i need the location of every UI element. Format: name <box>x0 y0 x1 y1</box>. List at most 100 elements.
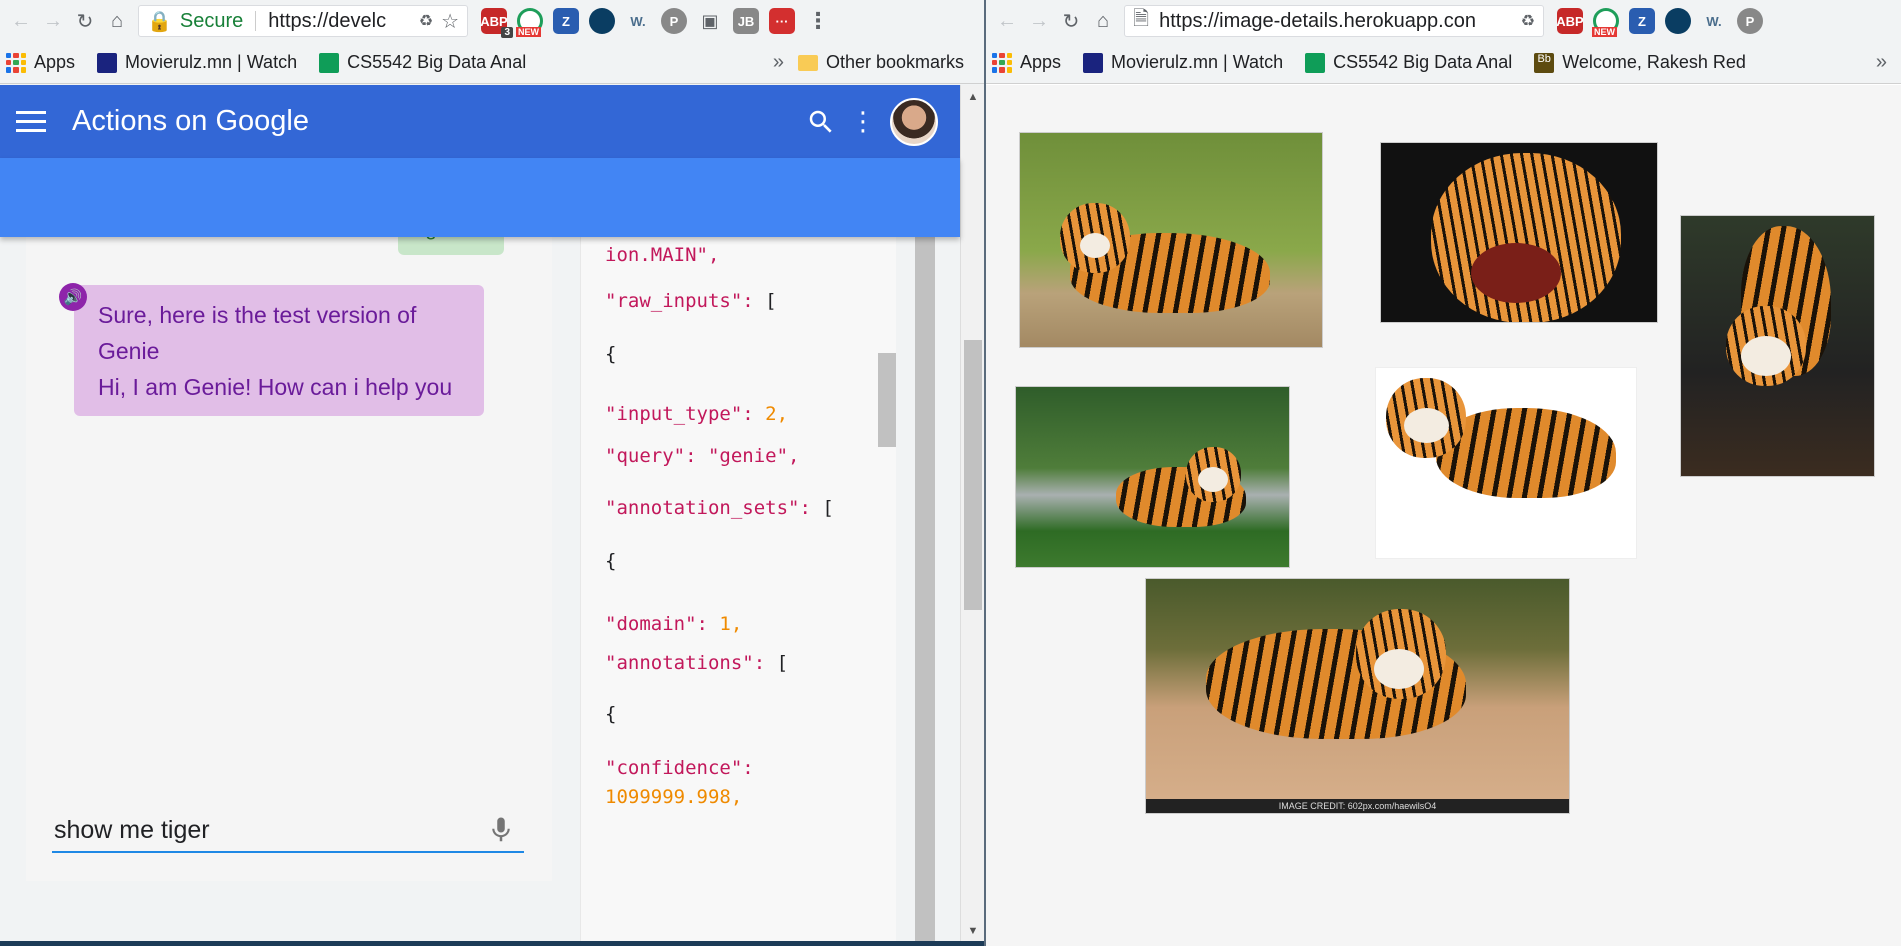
grammar-extension-icon[interactable]: NEW <box>516 8 543 37</box>
json-scrollbar-thumb[interactable] <box>878 353 896 447</box>
tiger-image[interactable] <box>1019 132 1323 348</box>
tiger-image[interactable] <box>1680 215 1875 477</box>
json-key: "domain": <box>605 613 708 635</box>
folder-icon <box>797 54 818 71</box>
reload-button[interactable]: ↻ <box>70 6 100 36</box>
apps-icon <box>6 52 26 73</box>
chat-input[interactable] <box>54 815 486 845</box>
adblock-icon[interactable]: ABP 3 <box>480 8 513 38</box>
json-line: { <box>605 703 875 725</box>
json-line: "confidence": <box>605 757 875 779</box>
bookmark-cs5542[interactable]: CS5542 Big Data Anal <box>1305 52 1512 73</box>
address-bar[interactable]: 🗎 https://image-details.herokuapp.con ♻ <box>1124 5 1544 37</box>
bookmark-cs5542[interactable]: CS5542 Big Data Anal <box>319 52 526 73</box>
w-extension-icon[interactable]: W. <box>625 8 651 34</box>
bookmarks-overflow-button[interactable]: » <box>1876 51 1887 74</box>
page-title: Actions on Google <box>72 105 309 137</box>
bookmark-apps[interactable]: Apps <box>6 52 75 73</box>
home-button[interactable]: ⌂ <box>102 6 132 36</box>
key-icon[interactable]: ♻ <box>419 11 433 31</box>
extensions-bar: ABP 3 NEW Z W. P ▣ JB ··· ⋮ <box>476 8 836 38</box>
eye-extension-icon[interactable] <box>589 8 615 34</box>
dots-extension-icon[interactable]: ··· <box>769 8 795 34</box>
bookmark-welcome[interactable]: Bb Welcome, Rakesh Red <box>1534 52 1746 73</box>
address-bar[interactable]: 🔒 Secure https://develc ♻ ☆ <box>138 5 468 37</box>
tiger-image[interactable] <box>1015 386 1290 568</box>
url-text: https://develc <box>268 9 387 32</box>
json-line: { <box>605 550 875 572</box>
browser-toolbar: ← → ↻ ⌂ 🗎 https://image-details.herokuap… <box>986 0 1901 42</box>
avatar[interactable] <box>890 97 938 146</box>
actions-on-google-page: genie Sure, here is the test version of … <box>0 85 984 946</box>
tiger-image[interactable] <box>1375 367 1637 559</box>
scroll-down-arrow[interactable]: ▼ <box>961 925 984 937</box>
home-button[interactable]: ⌂ <box>1088 6 1118 36</box>
json-key: "raw_inputs": <box>605 290 754 312</box>
bookmarks-bar: Apps Movierulz.mn | Watch CS5542 Big Dat… <box>0 42 984 84</box>
sheets-icon <box>1305 52 1326 73</box>
search-icon[interactable] <box>806 107 836 137</box>
zotero-icon[interactable]: Z <box>553 8 579 34</box>
json-line: "domain": 1, <box>605 613 875 635</box>
json-value: { <box>605 550 617 572</box>
tiger-image[interactable] <box>1380 142 1658 323</box>
sheets-icon <box>319 52 340 73</box>
key-icon[interactable]: ♻ <box>1521 11 1535 31</box>
chat-input-field[interactable] <box>52 809 524 853</box>
menu-icon[interactable] <box>16 111 46 132</box>
json-value: 1099999.998, <box>605 786 743 808</box>
forward-button[interactable]: → <box>1024 6 1054 36</box>
bookmarks-bar: Apps Movierulz.mn | Watch CS5542 Big Dat… <box>986 42 1901 84</box>
agent-line: Hi, I am Genie! How can i help you <box>98 374 453 400</box>
secure-label: Secure <box>179 9 244 32</box>
cast-icon[interactable]: ▣ <box>697 8 723 34</box>
reload-button[interactable]: ↻ <box>1056 6 1086 36</box>
json-line: 1099999.998, <box>605 786 875 808</box>
image-gallery-page: IMAGE CREDIT: 602px.com/haewilsO4 <box>986 85 1901 946</box>
tiger-image[interactable]: IMAGE CREDIT: 602px.com/haewilsO4 <box>1145 578 1570 814</box>
bookmark-apps[interactable]: Apps <box>992 52 1061 73</box>
json-value: 1, <box>707 613 743 635</box>
json-key: "annotations": <box>605 652 766 674</box>
page-info-icon[interactable]: 🗎 <box>1133 6 1149 36</box>
adblock-icon[interactable]: ABP <box>1556 8 1584 34</box>
back-button[interactable]: ← <box>6 6 36 36</box>
chrome-menu-icon[interactable]: ⋮ <box>805 8 831 34</box>
scroll-up-arrow[interactable]: ▲ <box>961 91 984 103</box>
forward-button[interactable]: → <box>38 6 68 36</box>
json-value: [ <box>765 652 789 674</box>
lock-icon: 🔒 <box>147 10 172 33</box>
microphone-icon[interactable] <box>486 815 516 845</box>
json-line: "annotation_sets": [ <box>605 497 875 519</box>
json-key: "confidence": <box>605 757 754 779</box>
eye-extension-icon[interactable] <box>1665 8 1691 34</box>
star-icon[interactable]: ☆ <box>441 9 459 34</box>
movierulz-icon <box>97 52 118 73</box>
page-scrollbar[interactable]: ▲ ▼ <box>960 85 984 946</box>
p-extension-icon[interactable]: P <box>1737 8 1763 34</box>
w-extension-icon[interactable]: W. <box>1701 8 1727 34</box>
json-value: "genie", <box>696 445 800 467</box>
json-value: ion.MAIN", <box>605 244 720 266</box>
page-scrollbar-thumb[interactable] <box>964 340 982 610</box>
jb-extension-icon[interactable]: JB <box>733 8 759 34</box>
bookmark-movierulz[interactable]: Movierulz.mn | Watch <box>97 52 297 73</box>
bookmarks-overflow-button[interactable]: » <box>773 51 784 74</box>
json-line: { <box>605 343 875 365</box>
more-options-icon[interactable]: ⋮ <box>850 106 876 137</box>
zotero-icon[interactable]: Z <box>1629 8 1655 34</box>
apps-icon <box>992 52 1012 73</box>
other-bookmarks[interactable]: Other bookmarks <box>797 52 964 73</box>
url-text: https://image-details.herokuapp.con <box>1159 9 1476 32</box>
grammar-extension-icon[interactable]: NEW <box>1592 8 1619 37</box>
agent-message-bubble: Sure, here is the test version of Genie … <box>74 285 484 416</box>
movierulz-icon <box>1083 52 1104 73</box>
speaker-icon[interactable]: 🔊 <box>59 283 87 311</box>
json-value: 2, <box>753 403 789 425</box>
p-extension-icon[interactable]: P <box>661 8 687 34</box>
app-bar: Actions on Google ⋮ <box>0 85 960 158</box>
bookmark-movierulz[interactable]: Movierulz.mn | Watch <box>1083 52 1283 73</box>
back-button[interactable]: ← <box>992 6 1022 36</box>
extensions-bar: ABP NEW Z W. P <box>1552 8 1768 37</box>
blackboard-icon: Bb <box>1534 52 1555 73</box>
